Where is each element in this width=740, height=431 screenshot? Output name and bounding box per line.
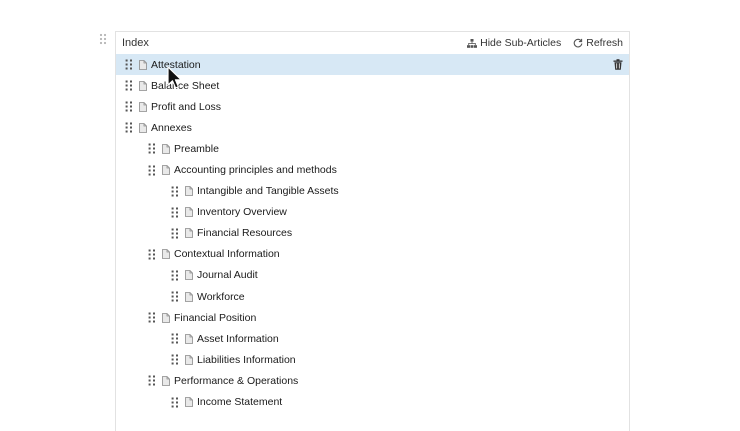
refresh-label: Refresh (586, 37, 623, 49)
tree-item-label: Financial Resources (197, 227, 293, 240)
tree-item[interactable]: Financial Position (116, 307, 629, 328)
tree-item[interactable]: Attestation (116, 54, 629, 76)
document-icon (185, 186, 193, 197)
document-icon (162, 312, 170, 323)
drag-handle-icon[interactable] (171, 270, 179, 281)
hierarchy-icon (467, 38, 478, 48)
tree-item[interactable]: Journal Audit (116, 265, 629, 286)
document-icon (139, 80, 147, 91)
tree-item-label: Financial Position (174, 311, 257, 324)
hide-sub-articles-button[interactable]: Hide Sub-Articles (467, 37, 561, 49)
tree-item[interactable]: Workforce (116, 286, 629, 307)
tree-item[interactable]: Profit and Loss (116, 96, 629, 117)
tree-item[interactable]: Preamble (116, 138, 629, 159)
drag-handle-icon[interactable] (148, 249, 156, 260)
document-icon (162, 144, 170, 154)
document-icon (185, 397, 193, 407)
refresh-button[interactable]: Refresh (573, 37, 623, 49)
tree-item[interactable]: Contextual Information (116, 244, 629, 265)
panel-header: Index Hide Sub-Articles Refresh (116, 32, 629, 54)
tree-item[interactable]: Intangible and Tangible Assets (116, 181, 629, 202)
hide-sub-articles-label: Hide Sub-Articles (480, 37, 562, 49)
tree-item[interactable]: Inventory Overview (116, 202, 629, 223)
tree-item[interactable]: Income Statement (116, 392, 629, 413)
panel-drag-handle-icon[interactable] (99, 33, 107, 45)
document-icon (139, 59, 147, 70)
document-icon (185, 354, 193, 365)
drag-handle-icon[interactable] (171, 291, 179, 302)
drag-handle-icon[interactable] (171, 207, 179, 218)
drag-handle-icon[interactable] (148, 165, 156, 176)
tree-item-label: Intangible and Tangible Assets (197, 185, 339, 198)
tree-item-label: Inventory Overview (197, 206, 287, 219)
tree-item-label: Balance Sheet (151, 79, 220, 92)
document-icon (139, 122, 147, 133)
document-icon (162, 249, 170, 260)
trash-icon[interactable] (613, 59, 623, 70)
document-icon (185, 207, 193, 218)
tree-item[interactable]: Asset Information (116, 328, 629, 349)
tree-item-label: Journal Audit (197, 269, 258, 282)
tree-item-label: Attestation (151, 58, 201, 71)
document-icon (185, 291, 193, 302)
drag-handle-icon[interactable] (171, 228, 179, 239)
tree-item[interactable]: Performance & Operations (116, 370, 629, 391)
tree-item[interactable]: Financial Resources (116, 223, 629, 244)
document-icon (139, 101, 147, 112)
tree-item[interactable]: Balance Sheet (116, 75, 629, 96)
document-icon (162, 376, 170, 386)
drag-handle-icon[interactable] (125, 80, 133, 91)
drag-handle-icon[interactable] (148, 375, 156, 386)
drag-handle-icon[interactable] (171, 186, 179, 197)
tree-item-label: Workforce (197, 290, 245, 303)
document-icon (162, 165, 170, 175)
drag-handle-icon[interactable] (171, 354, 179, 365)
tree-item[interactable]: Liabilities Information (116, 349, 629, 370)
drag-handle-icon[interactable] (148, 143, 156, 154)
tree-item[interactable]: Annexes (116, 117, 629, 138)
panel-title: Index (122, 37, 149, 49)
tree-item-label: Preamble (174, 142, 219, 155)
document-icon (185, 270, 193, 281)
drag-handle-icon[interactable] (125, 101, 133, 112)
drag-handle-icon[interactable] (171, 333, 179, 344)
tree-item-label: Performance & Operations (174, 374, 299, 387)
tree-item[interactable]: Accounting principles and methods (116, 159, 629, 180)
tree-item-label: Contextual Information (174, 248, 280, 261)
tree-item-label: Asset Information (197, 332, 279, 345)
refresh-icon (573, 38, 583, 48)
drag-handle-icon[interactable] (125, 122, 133, 133)
drag-handle-icon[interactable] (125, 59, 133, 70)
tree-item-label: Annexes (151, 121, 192, 134)
document-icon (185, 228, 193, 239)
tree-item-label: Liabilities Information (197, 353, 296, 366)
tree-item-label: Accounting principles and methods (174, 164, 337, 177)
tree-item-label: Profit and Loss (151, 100, 222, 113)
tree-item-label: Income Statement (197, 396, 283, 409)
article-tree: Attestation Balance Sheet Profit and Loss A… (116, 54, 629, 413)
document-icon (185, 333, 193, 344)
drag-handle-icon[interactable] (171, 397, 179, 408)
index-panel: Index Hide Sub-Articles Refresh Attestat… (115, 31, 630, 431)
drag-handle-icon[interactable] (148, 312, 156, 323)
